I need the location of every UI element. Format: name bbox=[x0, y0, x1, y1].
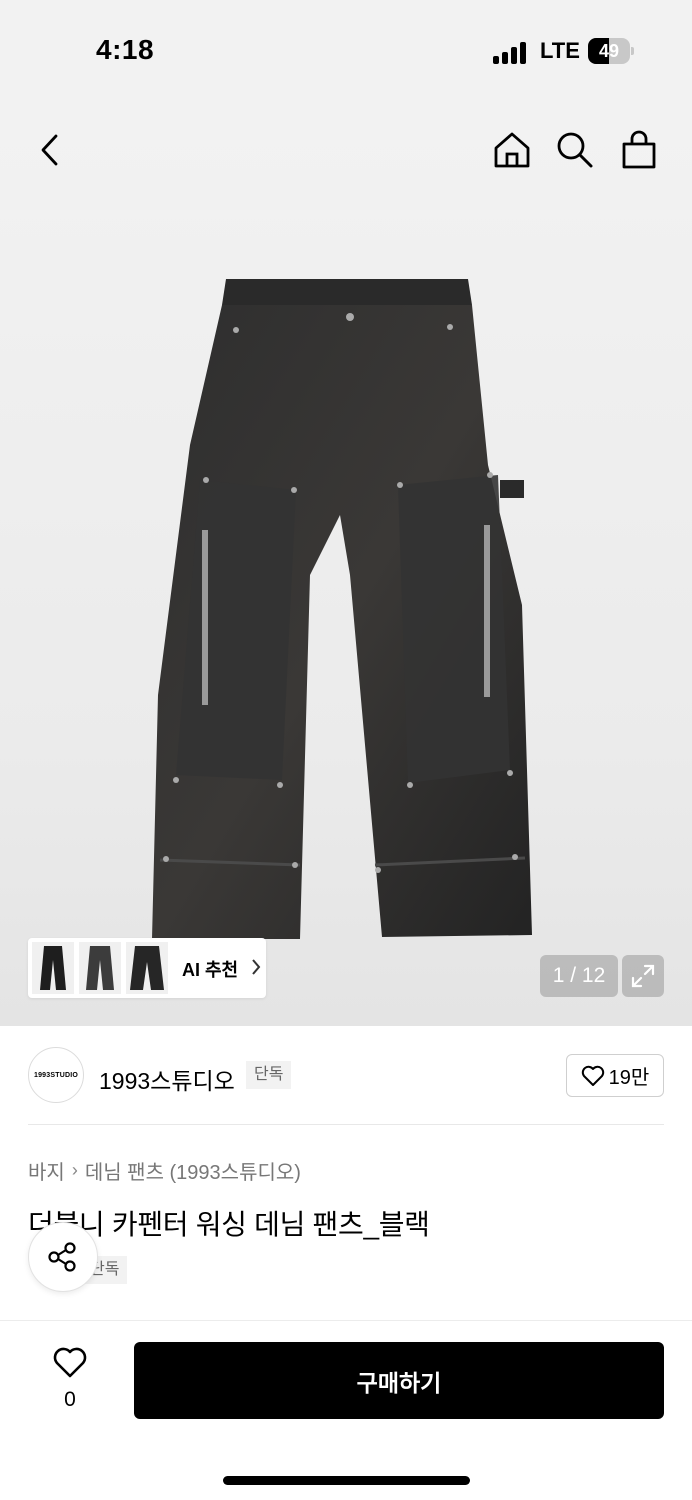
battery-icon: 49 bbox=[588, 38, 634, 64]
cart-button[interactable] bbox=[615, 126, 663, 174]
breadcrumb-subcategory[interactable]: 데님 팬츠 (1993스튜디오) bbox=[85, 1156, 301, 1185]
breadcrumb: 바지 › 데님 팬츠 (1993스튜디오) bbox=[28, 1156, 301, 1185]
chevron-right-icon bbox=[252, 959, 261, 975]
battery-level: 49 bbox=[598, 41, 620, 61]
share-button[interactable] bbox=[28, 1222, 98, 1292]
status-time: 4:18 bbox=[96, 34, 155, 65]
buy-button[interactable]: 구매하기 bbox=[134, 1342, 664, 1419]
home-icon bbox=[494, 132, 530, 168]
recommend-thumbnail[interactable] bbox=[79, 942, 121, 994]
ai-recommend-button[interactable]: AI 추천 bbox=[28, 938, 266, 998]
recommend-thumbnail[interactable] bbox=[126, 942, 168, 994]
network-type: LTE bbox=[540, 38, 580, 63]
brand-like-count: 19만 bbox=[608, 1067, 650, 1089]
search-icon bbox=[557, 132, 593, 168]
expand-image-button[interactable] bbox=[622, 955, 664, 997]
image-counter: 1 / 12 bbox=[540, 955, 618, 997]
brand-logo[interactable]: 1993STUDIO bbox=[28, 1047, 84, 1103]
chevron-left-icon bbox=[41, 134, 58, 166]
shopping-bag-icon bbox=[622, 130, 656, 169]
recommend-thumbnail[interactable] bbox=[32, 942, 74, 994]
wishlist-button[interactable]: 0 bbox=[40, 1342, 100, 1416]
signal-icon bbox=[493, 40, 529, 64]
heart-icon bbox=[581, 1065, 604, 1086]
wishlist-count: 0 bbox=[64, 1388, 76, 1411]
search-button[interactable] bbox=[551, 126, 599, 174]
home-indicator bbox=[223, 1476, 470, 1485]
expand-icon bbox=[631, 964, 655, 988]
back-button[interactable] bbox=[26, 126, 74, 174]
ai-recommend-label: AI 추천 bbox=[182, 960, 239, 980]
home-button[interactable] bbox=[488, 126, 536, 174]
status-bar: 4:18 LTE 49 bbox=[0, 0, 692, 100]
exclusive-badge: 단독 bbox=[246, 1061, 292, 1089]
heart-icon bbox=[53, 1347, 87, 1378]
product-image-gallery[interactable] bbox=[0, 100, 692, 1026]
brand-name[interactable]: 1993스튜디오 bbox=[99, 1062, 235, 1096]
brand-like-button[interactable]: 19만 bbox=[566, 1054, 664, 1097]
share-icon bbox=[48, 1242, 76, 1272]
breadcrumb-category[interactable]: 바지 bbox=[28, 1156, 65, 1185]
product-image bbox=[152, 279, 532, 939]
chevron-right-icon: › bbox=[71, 1160, 78, 1180]
divider bbox=[28, 1124, 664, 1125]
